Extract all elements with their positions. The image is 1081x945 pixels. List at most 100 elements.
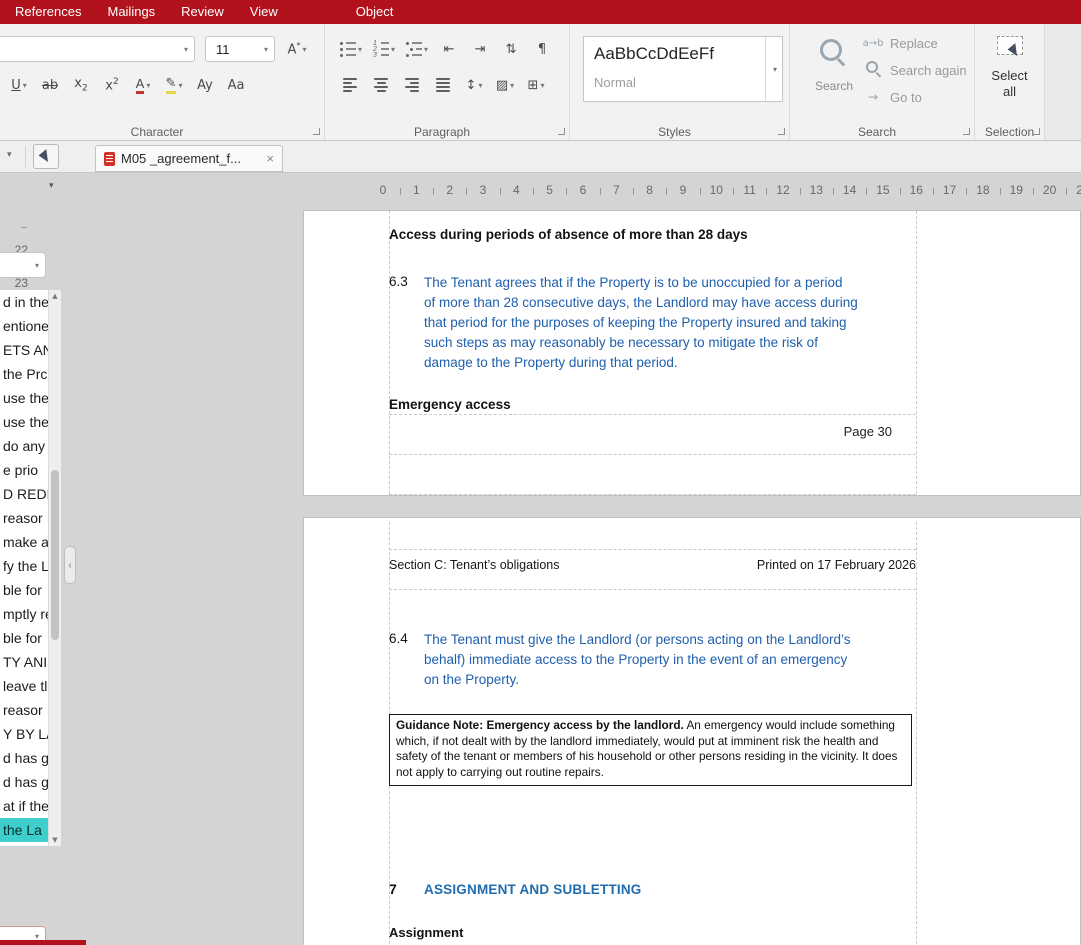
underline-button[interactable]: U▾ — [6, 73, 32, 97]
sidebar-text-line: d has g — [0, 770, 48, 794]
dialog-launcher-icon[interactable] — [963, 128, 970, 135]
justify-button[interactable] — [430, 73, 456, 97]
sort-button[interactable]: ⇅ — [498, 37, 524, 61]
menu-tab-view[interactable]: View — [237, 0, 291, 24]
search-again-button[interactable]: Search again — [862, 59, 967, 81]
clause-number: 6.4 — [389, 631, 408, 646]
formatting-marks-button[interactable]: ¶ — [529, 37, 555, 61]
subscript-button[interactable]: x2 — [68, 73, 94, 97]
scroll-up-icon[interactable]: ▲ — [49, 292, 61, 300]
pointer-tool-button[interactable] — [33, 144, 59, 169]
select-all-icon — [997, 36, 1023, 55]
line-spacing-button[interactable]: ↕▾ — [461, 73, 487, 97]
chevron-down-icon[interactable]: ▾ — [49, 181, 54, 191]
search-button[interactable]: Search — [812, 38, 856, 93]
left-pane-document-preview[interactable]: d in theentioneETS ANthe Prcuse theuse t… — [0, 290, 48, 846]
menu-tab-review[interactable]: Review — [168, 0, 237, 24]
sidebar-text-line: TY ANI — [0, 650, 48, 674]
decrease-indent-button[interactable]: ⇤ — [436, 37, 462, 61]
page-header-right: Printed on 17 February 2026 — [757, 558, 916, 572]
document-tab-bar: ▾ M05 _agreement_f... × — [0, 141, 1081, 173]
chevron-down-icon: ▾ — [391, 45, 395, 54]
h-ruler-tick — [600, 188, 601, 195]
left-pane-scrollbar[interactable]: ▲ ▼ — [48, 290, 61, 846]
table-gridline — [389, 211, 390, 494]
borders-button[interactable]: ⊞▾ — [523, 73, 549, 97]
scroll-down-icon[interactable]: ▼ — [49, 836, 61, 844]
ribbon-group-paragraph: ▾ ▾ ▾ ⇤ ⇥ ⇅ ¶ ↕▾ ▨▾ ⊞▾ Paragraph — [325, 24, 570, 140]
document-tab[interactable]: M05 _agreement_f... × — [95, 145, 283, 172]
h-ruler-tick — [966, 188, 967, 195]
numbered-list-button[interactable]: ▾ — [370, 37, 398, 61]
increase-indent-button[interactable]: ⇥ — [467, 37, 493, 61]
replace-button[interactable]: a→bReplace — [862, 32, 967, 54]
ribbon-group-styles: AaBbCcDdEeFf Normal ▾ Styles — [570, 24, 790, 140]
align-right-icon — [405, 78, 419, 92]
style-gallery[interactable]: AaBbCcDdEeFf Normal ▾ — [583, 36, 783, 102]
menu-tab-references[interactable]: References — [2, 0, 94, 24]
sidebar-text-line: Y BY LA — [0, 722, 48, 746]
select-all-button[interactable]: Select all — [975, 36, 1044, 100]
style-name: Normal — [594, 75, 636, 90]
search-icon — [819, 38, 849, 68]
sidebar-text-line: do any — [0, 434, 48, 458]
h-ruler-number: 4 — [507, 183, 525, 197]
shading-button[interactable]: ▨▾ — [492, 73, 518, 97]
sidebar-text-line: ble for — [0, 578, 48, 602]
document-page-2[interactable]: Section C: Tenant’s obligations Printed … — [303, 517, 1081, 945]
left-pane-dropdown-top[interactable]: ▾ — [0, 252, 46, 278]
align-right-button[interactable] — [399, 73, 425, 97]
font-name-combobox[interactable]: ▾ — [0, 36, 195, 62]
strikethrough-button[interactable]: ab — [37, 73, 63, 97]
h-ruler-tick — [500, 188, 501, 195]
superscript-button[interactable]: x2 — [99, 73, 125, 97]
bullet-list-button[interactable]: ▾ — [337, 37, 365, 61]
menu-tab-object[interactable]: Object — [343, 0, 407, 24]
doc-subheading: Emergency access — [389, 397, 511, 412]
h-ruler-tick — [633, 188, 634, 195]
font-size-value: 11 — [206, 42, 230, 57]
menu-tab-mailings[interactable]: Mailings — [94, 0, 168, 24]
h-ruler-number: 8 — [641, 183, 659, 197]
dialog-launcher-icon[interactable] — [1033, 128, 1040, 135]
dialog-launcher-icon[interactable] — [558, 128, 565, 135]
font-effects-button[interactable]: A*▾ — [284, 37, 310, 61]
scrollbar-thumb[interactable] — [51, 470, 59, 640]
font-size-combobox[interactable]: 11 ▾ — [205, 36, 275, 62]
doc-heading: Access during periods of absence of more… — [389, 227, 748, 242]
search-again-icon — [862, 61, 884, 79]
align-center-button[interactable] — [368, 73, 394, 97]
doc-subheading: Assignment — [389, 925, 463, 940]
highlight-button[interactable]: ✎▾ — [161, 73, 187, 97]
separator — [25, 146, 26, 167]
table-gridline — [389, 414, 916, 415]
status-bar-fragment — [0, 940, 86, 945]
go-to-button[interactable]: →Go to — [862, 86, 967, 108]
style-preview: AaBbCcDdEeFf — [594, 44, 714, 64]
h-ruler-number: 19 — [1007, 183, 1025, 197]
clause-number: 6.3 — [389, 274, 408, 289]
group-label-paragraph: Paragraph — [325, 125, 559, 139]
h-ruler-number: 6 — [574, 183, 592, 197]
dialog-launcher-icon[interactable] — [313, 128, 320, 135]
dialog-launcher-icon[interactable] — [778, 128, 785, 135]
align-left-button[interactable] — [337, 73, 363, 97]
chevron-down-icon: ▾ — [773, 65, 777, 74]
chevron-down-icon: ▾ — [302, 45, 306, 54]
close-icon[interactable]: × — [266, 151, 274, 166]
group-label-search: Search — [790, 125, 964, 139]
h-ruler-number: 10 — [707, 183, 725, 197]
change-case-button[interactable]: Aa — [223, 73, 249, 97]
document-page-1[interactable]: Access during periods of absence of more… — [303, 210, 1081, 496]
h-ruler-number: 13 — [807, 183, 825, 197]
multilevel-list-button[interactable]: ▾ — [403, 37, 431, 61]
go-to-label: Go to — [890, 90, 922, 105]
font-color-button[interactable]: A▾ — [130, 73, 156, 97]
pane-splitter-handle[interactable]: ‹ — [64, 546, 76, 584]
h-ruler-tick — [800, 188, 801, 195]
h-ruler-number: 5 — [541, 183, 559, 197]
kerning-button[interactable]: Ay — [192, 73, 218, 97]
chevron-down-icon[interactable]: ▾ — [7, 150, 12, 160]
chevron-down-icon: ▾ — [478, 81, 482, 90]
document-tab-title: M05 _agreement_f... — [121, 151, 241, 166]
